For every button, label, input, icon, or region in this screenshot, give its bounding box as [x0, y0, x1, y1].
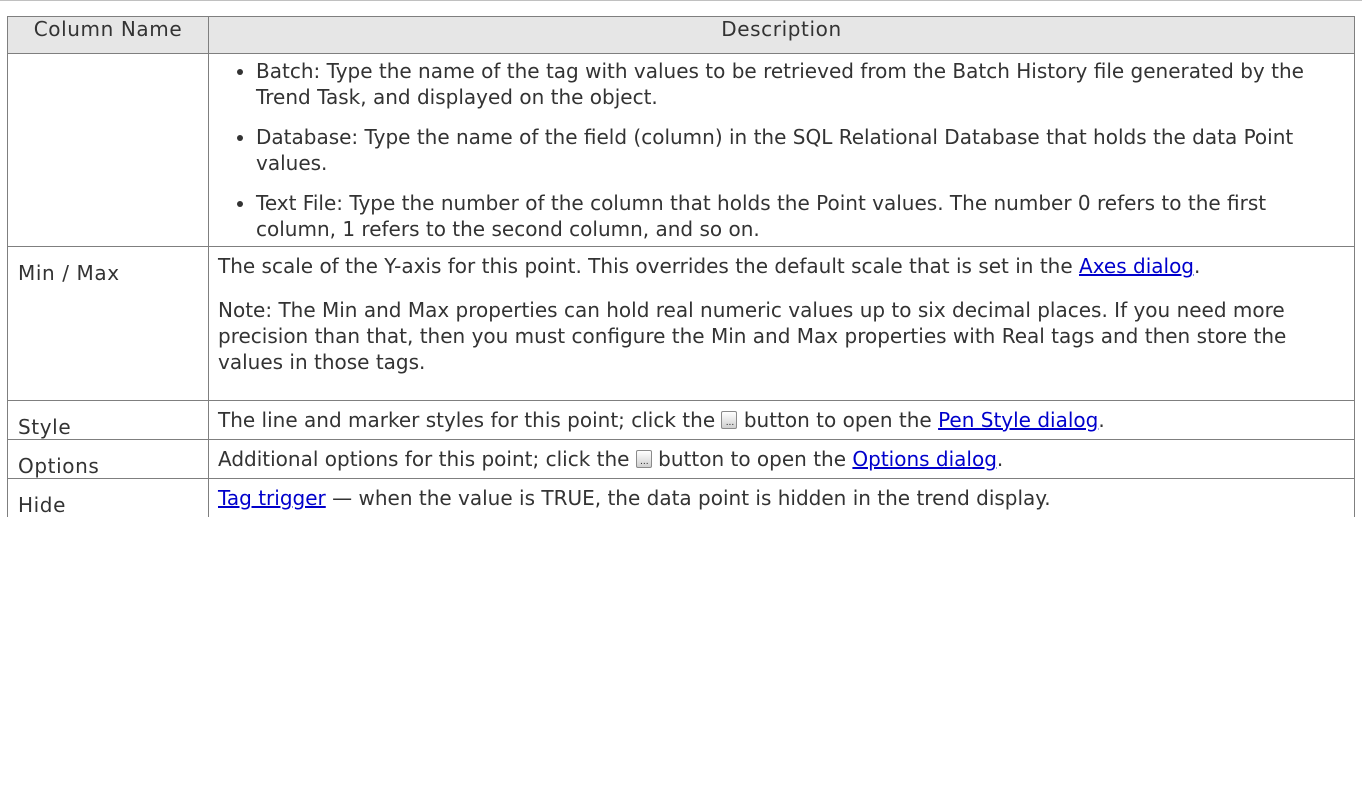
row-description-cell: The scale of the Y-axis for this point. … [208, 246, 1355, 401]
description-text: Additional options for this point; click… [218, 447, 636, 471]
description-text: . [1194, 254, 1201, 278]
properties-table: Column Name Description Batch: Type the … [7, 16, 1355, 517]
description-text: The scale of the Y-axis for this point. … [218, 254, 1080, 278]
table-row: Batch: Type the name of the tag with val… [7, 53, 1355, 247]
row-description-cell: The line and marker styles for this poin… [208, 400, 1355, 440]
min-max-note: Note: The Min and Max properties can hol… [218, 298, 1287, 374]
ellipsis-button-icon [721, 411, 738, 429]
table-row: Min / Max The scale of the Y-axis for th… [7, 246, 1355, 401]
top-divider [0, 0, 1362, 1]
row-name-cell [7, 53, 209, 247]
table-row: Style The line and marker styles for thi… [7, 400, 1355, 440]
row-description-cell: Batch: Type the name of the tag with val… [208, 53, 1355, 247]
options-description: Additional options for this point; click… [218, 446, 1346, 472]
options-dialog-link[interactable]: Options dialog [852, 447, 997, 471]
description-text: button to open the [651, 447, 853, 471]
table-row: Options Additional options for this poin… [7, 439, 1355, 479]
row-description-cell: Tag trigger — when the value is TRUE, th… [208, 478, 1355, 517]
min-max-description: The scale of the Y-axis for this point. … [218, 253, 1346, 279]
column-name-header: Column Name [7, 16, 209, 54]
row-name-cell: Style [7, 400, 209, 440]
point-source-list: Batch: Type the name of the tag with val… [218, 58, 1346, 242]
description-text: button to open the [737, 408, 939, 432]
tag-trigger-link[interactable]: Tag trigger [218, 486, 326, 510]
table-header-row: Column Name Description [7, 16, 1355, 54]
list-item: Text File: Type the number of the column… [256, 190, 1346, 242]
description-text: — when the value is TRUE, the data point… [325, 486, 1051, 510]
list-item: Batch: Type the name of the tag with val… [256, 58, 1346, 110]
hide-description: Tag trigger — when the value is TRUE, th… [218, 485, 1346, 511]
description-text: . [1098, 408, 1105, 432]
list-item: Database: Type the name of the field (co… [256, 124, 1346, 176]
row-name-cell: Min / Max [7, 246, 209, 401]
pen-style-dialog-link[interactable]: Pen Style dialog [938, 408, 1098, 432]
row-name-cell: Hide [7, 478, 209, 517]
row-description-cell: Additional options for this point; click… [208, 439, 1355, 479]
ellipsis-button-icon [635, 450, 652, 468]
description-text: . [996, 447, 1004, 471]
table-row: Hide Tag trigger — when the value is TRU… [7, 478, 1355, 517]
style-description: The line and marker styles for this poin… [218, 407, 1346, 433]
row-name-cell: Options [7, 439, 209, 479]
description-text: The line and marker styles for this poin… [218, 408, 722, 432]
axes-dialog-link[interactable]: Axes dialog [1079, 254, 1194, 278]
description-header: Description [208, 16, 1355, 54]
